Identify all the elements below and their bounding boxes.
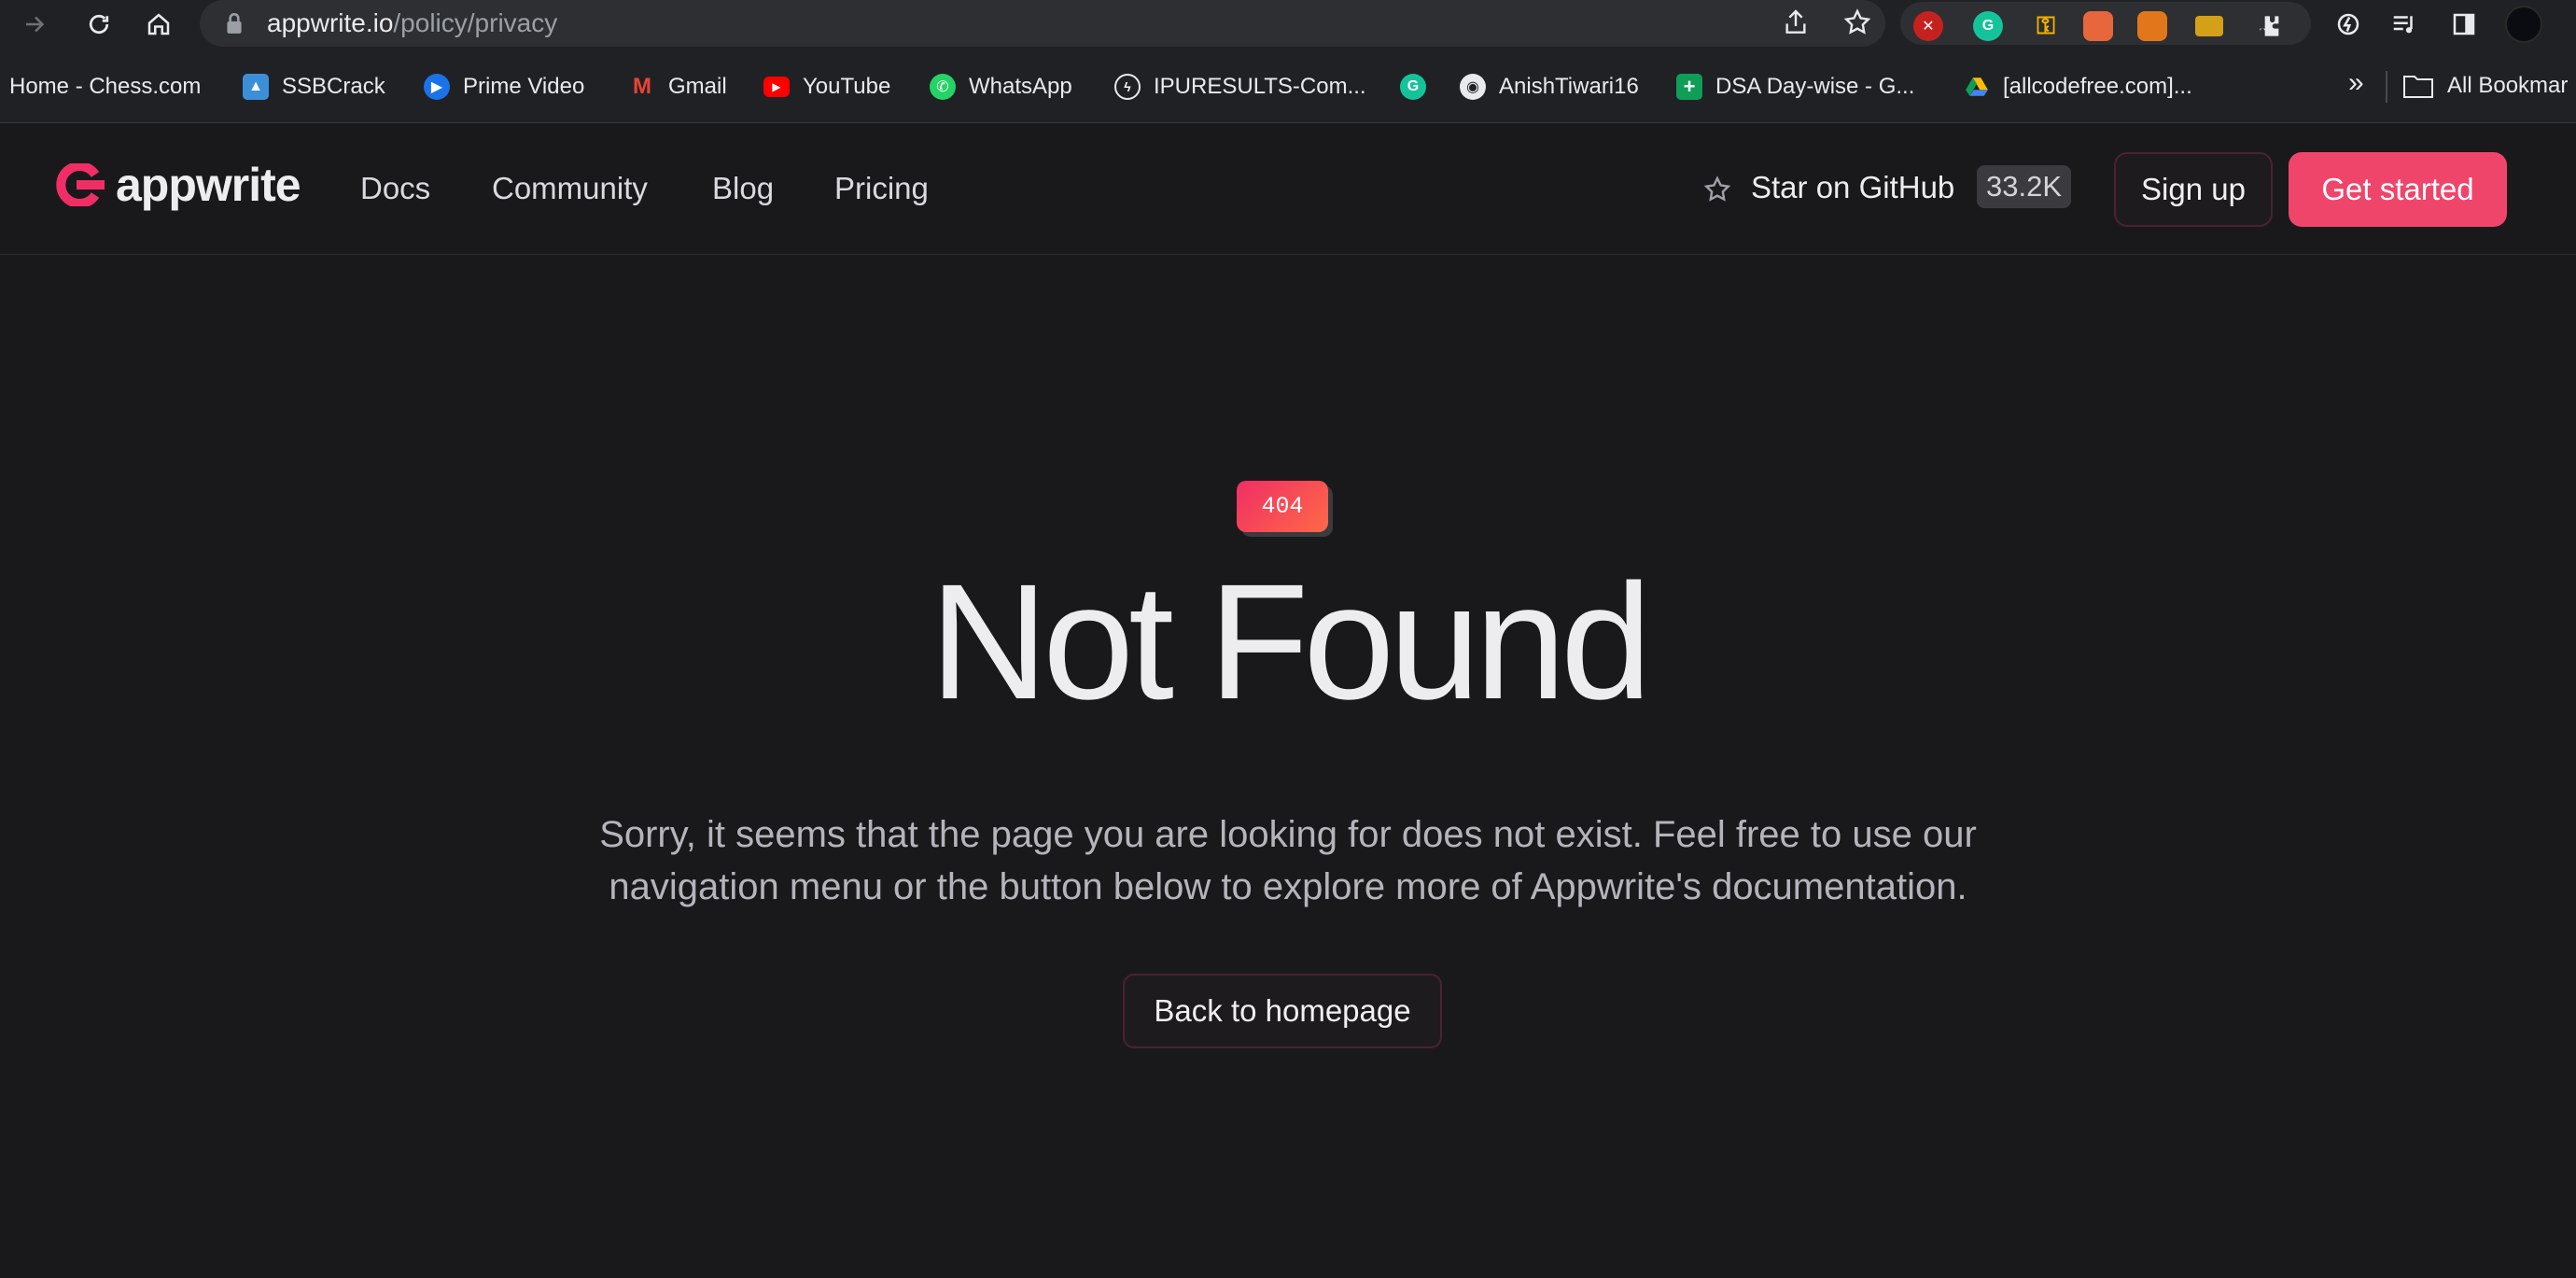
bookmark-allcodefree[interactable]: [allcodefree.com]... <box>1964 73 2192 101</box>
grammarly-icon: G <box>1400 74 1426 100</box>
home-icon <box>147 13 170 35</box>
bookmark-label: SSBCrack <box>282 74 385 99</box>
home-button[interactable] <box>140 6 177 43</box>
puzzle-extensions-icon[interactable] <box>2255 11 2285 41</box>
get-started-button[interactable]: Get started <box>2289 152 2507 227</box>
bookmark-chess[interactable]: Home - Chess.com <box>9 73 201 101</box>
github-icon: ◉ <box>1460 74 1486 100</box>
youtube-icon: ▶ <box>763 77 790 97</box>
drive-icon <box>1964 74 1990 100</box>
sheets-icon: + <box>1676 74 1702 100</box>
whatsapp-icon: ✆ <box>930 74 956 100</box>
lock-icon <box>227 12 242 34</box>
bookmarks-bar: Home - Chess.com ▲ SSBCrack ▶ Prime Vide… <box>0 49 2576 123</box>
key-extension-icon[interactable]: ⚿ <box>2031 11 2061 41</box>
nav-docs[interactable]: Docs <box>360 171 430 206</box>
url-path: /policy/privacy <box>393 8 558 37</box>
forward-button[interactable] <box>17 6 54 43</box>
bookmark-label: DSA Day-wise - G... <box>1715 74 1915 99</box>
extensions-tray: ✕ G ⚿ <box>1900 2 2311 45</box>
nav-community[interactable]: Community <box>492 171 648 206</box>
grammarly-extension-icon[interactable]: G <box>1973 11 2003 41</box>
bookmark-label: Home - Chess.com <box>9 74 202 99</box>
fox-extension-icon[interactable] <box>2083 11 2113 41</box>
bookmark-ssbcrack[interactable]: ▲ SSBCrack <box>243 73 385 101</box>
lightning-circle-icon <box>2337 13 2359 35</box>
speed-extension-button[interactable] <box>2330 6 2367 43</box>
bookmark-label: IPURESULTS-Com... <box>1154 74 1366 99</box>
all-bookmarks-button[interactable]: All Bookmar <box>2402 73 2568 99</box>
more-bookmarks-button[interactable]: » <box>2348 67 2364 99</box>
folder-icon <box>2403 76 2433 98</box>
bookmark-label: [allcodefree.com]... <box>2003 74 2192 99</box>
logo-text: appwrite <box>116 159 301 211</box>
bookmark-label: Prime Video <box>463 74 585 99</box>
ssbcrack-icon: ▲ <box>243 74 269 100</box>
sign-up-button[interactable]: Sign up <box>2114 152 2273 227</box>
media-controls-button[interactable] <box>2386 6 2423 43</box>
bookmark-grammarly[interactable]: G <box>1400 73 1439 101</box>
bookmark-label: Gmail <box>668 74 727 99</box>
bookmark-label: AnishTiwari16 <box>1499 74 1639 99</box>
share-icon[interactable] <box>1781 7 1811 37</box>
ipuresults-icon: ϟ <box>1114 74 1141 100</box>
site-header: appwrite Docs Community Blog Pricing Sta… <box>0 124 2576 255</box>
arrow-right-icon <box>26 16 45 33</box>
gmail-icon: M <box>633 74 651 99</box>
reload-button[interactable] <box>80 6 118 43</box>
bookmarks-divider <box>2386 71 2387 103</box>
bookmark-label: YouTube <box>803 74 891 99</box>
url-host: appwrite.io <box>267 8 394 37</box>
error-description: Sorry, it seems that the page you are lo… <box>523 808 2053 913</box>
bookmark-prime-video[interactable]: ▶ Prime Video <box>424 73 584 101</box>
nav-pricing[interactable]: Pricing <box>834 171 929 206</box>
github-star-link[interactable] <box>1702 175 1732 204</box>
error-code-badge: 404 <box>1237 481 1328 532</box>
prime-video-icon: ▶ <box>424 74 450 100</box>
bookmark-star-icon[interactable] <box>1842 7 1872 37</box>
bookmark-dsa-sheet[interactable]: + DSA Day-wise - G... <box>1676 73 1914 101</box>
playlist-icon <box>2393 16 2413 34</box>
bookmark-ipuresults[interactable]: ϟ IPURESULTS-Com... <box>1114 73 1366 101</box>
address-bar[interactable]: appwrite.io/policy/privacy <box>200 0 1885 47</box>
bookmark-whatsapp[interactable]: ✆ WhatsApp <box>930 73 1072 101</box>
star-icon <box>1703 176 1731 202</box>
side-panel-button[interactable] <box>2445 6 2483 43</box>
bookmark-youtube[interactable]: ▶ YouTube <box>763 73 890 101</box>
page-title: Not Found <box>930 551 1652 734</box>
error-description-line-1: Sorry, it seems that the page you are lo… <box>599 814 1977 855</box>
appwrite-logo[interactable]: appwrite <box>54 158 301 212</box>
metamask-extension-icon[interactable] <box>2137 11 2167 41</box>
github-star-count: 33.2K <box>1977 165 2072 208</box>
reload-icon <box>89 14 109 35</box>
error-description-line-2: navigation menu or the button below to e… <box>609 866 1967 907</box>
adblock-extension-icon[interactable]: ✕ <box>1913 11 1943 41</box>
bookmark-label: WhatsApp <box>969 74 1072 99</box>
all-bookmarks-label: All Bookmar <box>2447 73 2569 98</box>
side-panel-icon <box>2453 13 2475 35</box>
ruler-extension-icon[interactable] <box>2195 16 2223 36</box>
github-star-label[interactable]: Star on GitHub <box>1751 170 1954 205</box>
bookmark-github[interactable]: ◉ AnishTiwari16 <box>1460 73 1639 101</box>
back-to-homepage-button[interactable]: Back to homepage <box>1123 974 1442 1048</box>
appwrite-logo-icon <box>56 163 105 206</box>
bookmark-gmail[interactable]: M Gmail <box>629 73 727 101</box>
browser-toolbar: appwrite.io/policy/privacy ✕ G ⚿ <box>0 0 2576 49</box>
profile-avatar[interactable] <box>2505 6 2542 43</box>
nav-blog[interactable]: Blog <box>712 171 774 206</box>
